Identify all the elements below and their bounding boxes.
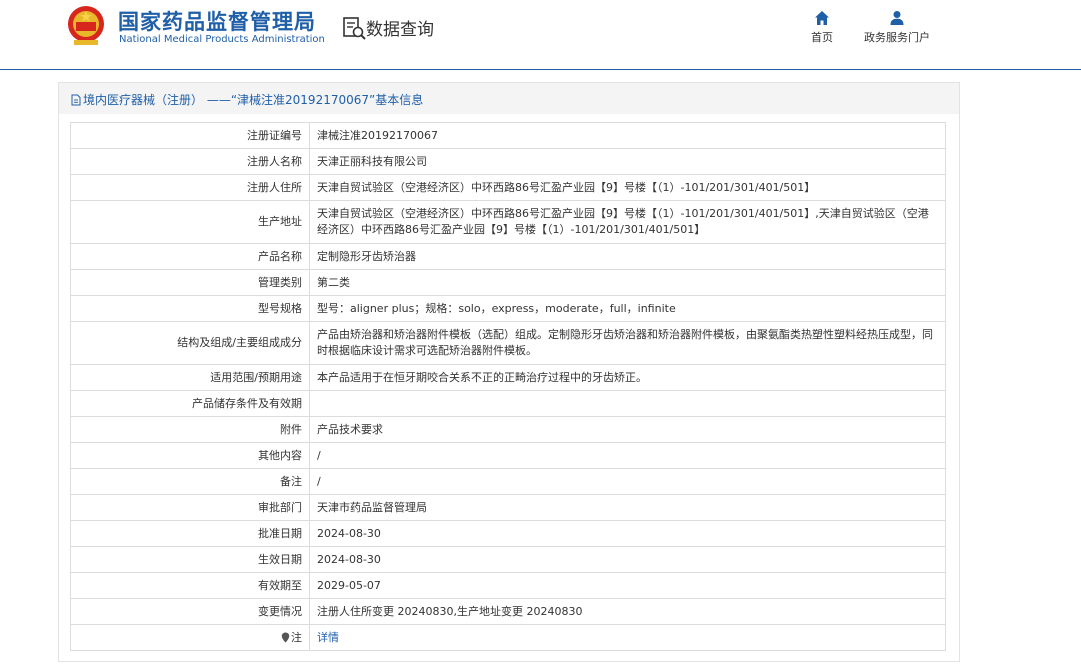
table-row: 适用范围/预期用途 本产品适用于在恒牙期咬合关系不正的正畸治疗过程中的牙齿矫正。 xyxy=(70,364,946,391)
row-value: 2029-05-07 xyxy=(309,572,946,599)
row-label: 生产地址 xyxy=(70,200,310,244)
row-value: 产品由矫治器和矫治器附件模板（选配）组成。定制隐形牙齿矫治器和矫治器附件模板，由… xyxy=(309,321,946,365)
table-row: 有效期至 2029-05-07 xyxy=(70,572,946,599)
row-label: 适用范围/预期用途 xyxy=(70,364,310,391)
row-label: 型号规格 xyxy=(70,295,310,322)
details-link[interactable]: 详情 xyxy=(317,631,339,644)
row-label: 产品名称 xyxy=(70,243,310,270)
note-value: 详情 xyxy=(309,624,946,651)
table-row: 结构及组成/主要组成成分 产品由矫治器和矫治器附件模板（选配）组成。定制隐形牙齿… xyxy=(70,321,946,365)
nav-home-label: 首页 xyxy=(811,31,833,44)
note-label-cell: 注 xyxy=(70,624,310,651)
nav-service-portal[interactable]: 政务服务门户 xyxy=(860,10,934,45)
table-row: 注册人名称 天津正丽科技有限公司 xyxy=(70,148,946,175)
row-label: 审批部门 xyxy=(70,494,310,521)
nav-home[interactable]: 首页 xyxy=(805,10,839,45)
row-label: 注册人住所 xyxy=(70,174,310,201)
row-value: / xyxy=(309,468,946,495)
row-value: 型号：aligner plus；规格：solo，express，moderate… xyxy=(309,295,946,322)
row-value: 产品技术要求 xyxy=(309,416,946,443)
note-label: 注 xyxy=(291,630,302,644)
row-value: / xyxy=(309,442,946,469)
row-label: 产品储存条件及有效期 xyxy=(70,390,310,417)
panel-body: 注册证编号 津械注准20192170067 注册人名称 天津正丽科技有限公司 注… xyxy=(59,114,959,661)
table-row: 产品名称 定制隐形牙齿矫治器 xyxy=(70,243,946,270)
row-label: 结构及组成/主要组成成分 xyxy=(70,321,310,365)
table-row: 附件 产品技术要求 xyxy=(70,416,946,443)
table-row: 生效日期 2024-08-30 xyxy=(70,546,946,573)
row-label: 注册人名称 xyxy=(70,148,310,175)
site-subtitle: National Medical Products Administration xyxy=(119,34,325,45)
row-label: 变更情况 xyxy=(70,598,310,625)
row-label: 管理类别 xyxy=(70,269,310,296)
row-value: 第二类 xyxy=(309,269,946,296)
row-value: 天津市药品监督管理局 xyxy=(309,494,946,521)
row-label: 其他内容 xyxy=(70,442,310,469)
table-row: 型号规格 型号：aligner plus；规格：solo，express，mod… xyxy=(70,295,946,322)
table-row: 审批部门 天津市药品监督管理局 xyxy=(70,494,946,521)
table-row: 注册证编号 津械注准20192170067 xyxy=(70,122,946,149)
table-row: 变更情况 注册人住所变更 20240830,生产地址变更 20240830 xyxy=(70,598,946,625)
table-row: 批准日期 2024-08-30 xyxy=(70,520,946,547)
panel-header: 境内医疗器械（注册） ——“津械注准20192170067”基本信息 xyxy=(71,91,423,109)
row-value: 2024-08-30 xyxy=(309,520,946,547)
site-title: 国家药品监督管理局 xyxy=(118,10,316,34)
table-row-note: 注 详情 xyxy=(70,624,946,651)
panel-title: 境内医疗器械（注册） ——“津械注准20192170067”基本信息 xyxy=(83,93,424,107)
row-value: 2024-08-30 xyxy=(309,546,946,573)
row-value: 津械注准20192170067 xyxy=(309,122,946,149)
row-value xyxy=(309,390,946,417)
row-value: 天津自贸试验区（空港经济区）中环西路86号汇盈产业园【9】号楼【（1）-101/… xyxy=(309,200,946,244)
row-value: 定制隐形牙齿矫治器 xyxy=(309,243,946,270)
home-icon xyxy=(815,11,829,25)
table-row: 生产地址 天津自贸试验区（空港经济区）中环西路86号汇盈产业园【9】号楼【（1）… xyxy=(70,200,946,244)
table-row: 管理类别 第二类 xyxy=(70,269,946,296)
row-value: 本产品适用于在恒牙期咬合关系不正的正畸治疗过程中的牙齿矫正。 xyxy=(309,364,946,391)
data-query-icon xyxy=(343,17,366,40)
row-label: 生效日期 xyxy=(70,546,310,573)
national-emblem-icon xyxy=(68,6,104,45)
row-value: 天津正丽科技有限公司 xyxy=(309,148,946,175)
pin-icon xyxy=(281,632,290,642)
document-icon xyxy=(71,94,81,106)
table-row: 注册人住所 天津自贸试验区（空港经济区）中环西路86号汇盈产业园【9】号楼【（1… xyxy=(70,174,946,201)
data-query-label: 数据查询 xyxy=(366,20,434,40)
table-row: 备注 / xyxy=(70,468,946,495)
registration-info-table: 注册证编号 津械注准20192170067 注册人名称 天津正丽科技有限公司 注… xyxy=(70,122,946,651)
row-value: 天津自贸试验区（空港经济区）中环西路86号汇盈产业园【9】号楼【（1）-101/… xyxy=(309,174,946,201)
row-label: 注册证编号 xyxy=(70,122,310,149)
site-header: 国家药品监督管理局 National Medical Products Admi… xyxy=(0,0,1081,70)
row-label: 附件 xyxy=(70,416,310,443)
table-row: 产品储存条件及有效期 xyxy=(70,390,946,417)
table-row: 其他内容 / xyxy=(70,442,946,469)
user-icon xyxy=(890,11,904,25)
detail-panel: 境内医疗器械（注册） ——“津械注准20192170067”基本信息 注册证编号… xyxy=(58,82,960,662)
nav-service-portal-label: 政务服务门户 xyxy=(864,31,930,44)
row-label: 批准日期 xyxy=(70,520,310,547)
row-value: 注册人住所变更 20240830,生产地址变更 20240830 xyxy=(309,598,946,625)
row-label: 有效期至 xyxy=(70,572,310,599)
row-label: 备注 xyxy=(70,468,310,495)
